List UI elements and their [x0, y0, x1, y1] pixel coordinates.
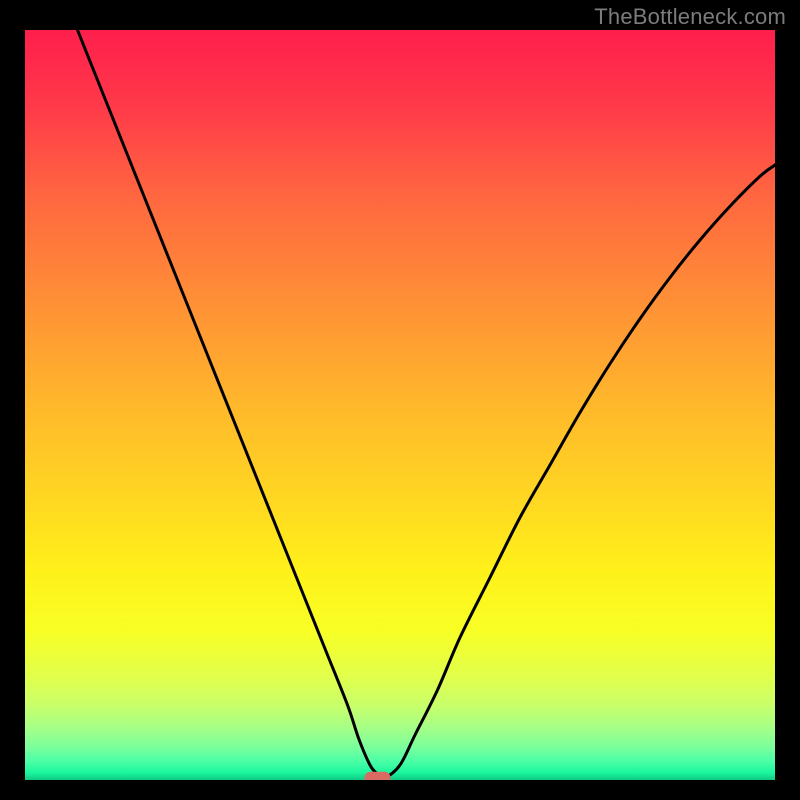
- watermark-text: TheBottleneck.com: [594, 4, 786, 30]
- sweet-spot-marker: [365, 772, 391, 780]
- plot-background: [25, 30, 775, 780]
- plot-svg: [25, 30, 775, 780]
- chart-frame: TheBottleneck.com: [0, 0, 800, 800]
- plot-area: [25, 30, 775, 780]
